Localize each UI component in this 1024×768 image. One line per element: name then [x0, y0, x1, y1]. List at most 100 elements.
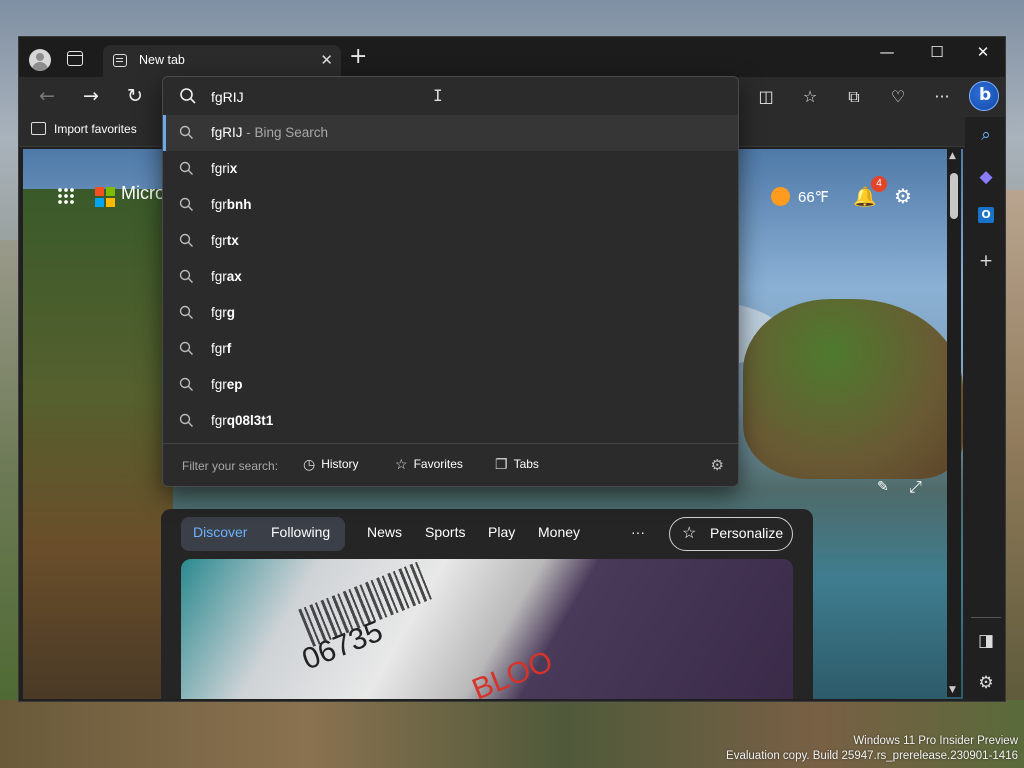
address-bar: I: [163, 77, 738, 115]
tab-actions-icon[interactable]: [67, 51, 83, 66]
tab-money[interactable]: Money: [538, 524, 580, 540]
filter-history-button[interactable]: ◷ History: [303, 456, 359, 473]
suggestion-completion: f: [226, 341, 232, 356]
suggestion-item[interactable]: fgrtx: [163, 223, 738, 259]
favorites-icon[interactable]: ☆: [799, 87, 821, 106]
text-cursor-icon: I: [433, 86, 443, 105]
minimize-button[interactable]: —: [875, 43, 899, 61]
edge-sidebar: ⌕ ◆ O + ◨ ⚙: [965, 117, 1005, 701]
sidebar-copilot-icon[interactable]: ◆: [975, 167, 997, 187]
suggestion-item[interactable]: fgrbnh: [163, 187, 738, 223]
suggestion-search-icon: [179, 377, 194, 392]
background-island: [743, 299, 963, 479]
feed-card-image[interactable]: 06735 BLOO: [181, 559, 793, 699]
suggestion-search-icon: [179, 125, 194, 140]
tab-play[interactable]: Play: [488, 524, 515, 540]
split-screen-icon[interactable]: ◫: [755, 87, 777, 106]
browser-essentials-icon[interactable]: ♡: [887, 87, 909, 106]
personalize-label: Personalize: [710, 525, 784, 541]
watermark-line2: Evaluation copy. Build 25947.rs_prerelea…: [726, 750, 1018, 762]
scroll-thumb[interactable]: [950, 173, 958, 219]
search-settings-gear-icon[interactable]: ⚙: [711, 456, 724, 474]
background-cliff: [23, 189, 173, 699]
scroll-down-arrow-icon[interactable]: ▼: [949, 685, 956, 695]
more-icon[interactable]: ···: [931, 87, 953, 106]
windows-watermark: Windows 11 Pro Insider Preview Evaluatio…: [726, 734, 1018, 764]
close-window-button[interactable]: ✕: [971, 43, 995, 61]
suggestion-prefix: fgr: [211, 341, 227, 356]
address-input[interactable]: [211, 86, 711, 108]
suggestion-text: fgrg: [211, 305, 235, 320]
suggestion-item[interactable]: fgrix: [163, 151, 738, 187]
filter-favorites-label: Favorites: [413, 457, 463, 471]
bing-copilot-button[interactable]: b: [969, 81, 999, 111]
tab-following[interactable]: Following: [271, 524, 330, 540]
star-icon: ☆: [395, 456, 408, 472]
new-tab-button[interactable]: +: [349, 46, 367, 68]
collections-icon[interactable]: ⧉: [843, 87, 865, 107]
filter-favorites-button[interactable]: ☆ Favorites: [395, 456, 463, 473]
suggestion-text: fgrix: [211, 161, 237, 176]
suggestion-item[interactable]: fgrg: [163, 295, 738, 331]
microsoft-logo-icon: [95, 187, 115, 207]
suggestion-item[interactable]: fgrq08l3t1: [163, 403, 738, 439]
suggestion-item[interactable]: fgRIJ - Bing Search: [163, 115, 738, 151]
suggestion-completion: bnh: [226, 197, 252, 212]
suggestion-item[interactable]: fgrep: [163, 367, 738, 403]
sidebar-hide-icon[interactable]: ◨: [975, 631, 997, 651]
sidebar-settings-gear-icon[interactable]: ⚙: [975, 673, 997, 693]
tab-new-tab[interactable]: New tab ✕: [103, 45, 341, 77]
suggestion-text: fgrax: [211, 269, 242, 284]
suggestion-text: fgrtx: [211, 233, 239, 248]
page-scrollbar[interactable]: ▲ ▼: [947, 149, 961, 697]
bing-icon: b: [979, 85, 992, 105]
tab-news[interactable]: News: [367, 524, 402, 540]
suggestion-completion: ep: [226, 377, 243, 392]
desktop-wallpaper-right: [1006, 190, 1024, 710]
page-settings-gear-icon[interactable]: ⚙: [894, 184, 912, 208]
tab-sports[interactable]: Sports: [425, 524, 465, 540]
suggestion-text: fgrep: [211, 377, 243, 392]
suggestion-item[interactable]: fgrf: [163, 331, 738, 367]
suggestion-prefix: fgri: [211, 161, 230, 176]
suggestion-text: fgRIJ - Bing Search: [211, 125, 328, 140]
import-icon: [31, 122, 46, 135]
sidebar-outlook-icon[interactable]: O: [975, 207, 997, 223]
suggestion-completion: g: [226, 305, 236, 320]
feed-more-icon[interactable]: ···: [631, 524, 645, 540]
suggestion-item[interactable]: fgrax: [163, 259, 738, 295]
scroll-up-arrow-icon[interactable]: ▲: [949, 151, 956, 161]
filter-history-label: History: [321, 457, 359, 471]
suggestion-search-icon: [179, 197, 194, 212]
expand-icon[interactable]: ⤢: [909, 477, 922, 497]
sidebar-search-icon[interactable]: ⌕: [975, 125, 997, 145]
suggestion-prefix: fgr: [211, 197, 227, 212]
tab-discover[interactable]: Discover: [193, 524, 247, 540]
maximize-button[interactable]: ☐: [925, 43, 949, 61]
import-favorites-label: Import favorites: [54, 122, 137, 136]
forward-button[interactable]: →: [79, 85, 103, 107]
suggestion-search-icon: [179, 413, 194, 428]
personalize-button[interactable]: ☆ Personalize: [669, 517, 793, 551]
suggestion-text: fgrf: [211, 341, 231, 356]
suggestion-completion: q08l3t1: [226, 413, 274, 428]
history-icon: ◷: [303, 456, 316, 472]
import-favorites-button[interactable]: Import favorites: [31, 122, 137, 136]
filter-tabs-button[interactable]: ❐ Tabs: [495, 456, 539, 473]
image-info-icon[interactable]: ✎: [877, 479, 889, 495]
search-icon: [179, 87, 197, 105]
refresh-button[interactable]: ↻: [123, 85, 147, 107]
suggestion-source: - Bing Search: [242, 125, 329, 140]
suggestion-prefix: fgRIJ: [211, 125, 243, 140]
filter-label: Filter your search:: [182, 459, 279, 473]
suggestion-completion: tx: [226, 233, 239, 248]
back-button[interactable]: ←: [35, 85, 59, 107]
weather-widget[interactable]: 66℉: [771, 187, 829, 206]
sidebar-add-icon[interactable]: +: [975, 251, 997, 271]
profile-avatar-icon[interactable]: [29, 49, 51, 71]
desktop-wallpaper-left: [0, 240, 20, 700]
tab-close-button[interactable]: ✕: [320, 51, 333, 69]
app-launcher-icon[interactable]: [57, 187, 75, 205]
new-tab-page-icon: [113, 54, 127, 67]
suggestion-text: fgrbnh: [211, 197, 252, 212]
